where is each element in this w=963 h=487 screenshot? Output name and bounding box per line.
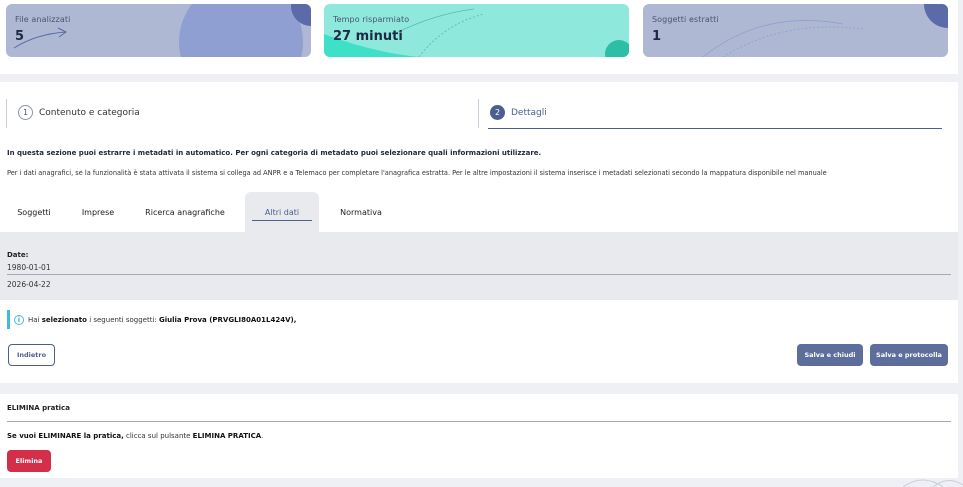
delete-text-middle: clicca sul pulsante <box>125 432 191 440</box>
date-value[interactable]: 1980-01-01 <box>7 263 51 272</box>
selected-subjects-alert: i Hai selezionato i seguenti soggetti: G… <box>7 310 607 329</box>
tab-label: Normativa <box>340 207 382 217</box>
save-close-button[interactable]: Salva e chiudi <box>797 344 863 366</box>
stat-label: Tempo risparmiato <box>333 15 410 24</box>
step-number: 2 <box>490 105 505 120</box>
delete-text-bold: Se vuoi ELIMINARE la pratica, <box>7 432 124 440</box>
tab-label: Altri dati <box>264 207 300 217</box>
stat-value: 1 <box>652 29 662 44</box>
alert-prefix: Hai <box>28 315 40 324</box>
stat-label: File analizzati <box>15 15 71 24</box>
alert-bold: selezionato <box>41 315 87 324</box>
delete-title: ELIMINA pratica <box>7 404 70 412</box>
delete-text-end: . <box>261 432 264 440</box>
tab-normativa[interactable]: Normativa <box>328 192 394 232</box>
tab-label: Soggetti <box>17 207 51 217</box>
step-content-category[interactable]: 1 Contenuto e categoria <box>18 105 140 120</box>
corner-decoration <box>903 479 963 487</box>
date-value[interactable]: 2026-04-22 <box>7 280 51 289</box>
back-button[interactable]: Indietro <box>8 344 55 366</box>
save-protocol-button[interactable]: Salva e protocolla <box>870 344 948 366</box>
stat-value: 5 <box>15 29 25 44</box>
info-icon: i <box>14 314 24 325</box>
stat-card-time: Tempo risparmiato 27 minuti <box>324 4 629 57</box>
stat-card-files: File analizzati 5 <box>6 4 311 57</box>
section-note: Per i dati anagrafici, se la funzionalit… <box>7 169 827 177</box>
delete-panel: ELIMINA pratica Se vuoi ELIMINARE la pra… <box>0 394 958 478</box>
section-intro: In questa sezione puoi estrarre i metada… <box>7 149 542 157</box>
alert-bar <box>7 310 10 329</box>
stat-label: Soggetti estratti <box>652 15 719 24</box>
details-panel: 1 Contenuto e categoria 2 Dettagli In qu… <box>0 82 958 383</box>
card-decoration <box>702 4 948 57</box>
tab-altri-dati[interactable]: Altri dati <box>245 192 319 232</box>
tab-imprese[interactable]: Imprese <box>68 192 128 232</box>
card-decoration <box>13 4 311 57</box>
alert-middle: i seguenti soggetti: <box>89 315 157 324</box>
step-divider <box>478 99 479 128</box>
tab-label: Imprese <box>81 207 115 217</box>
delete-text: Se vuoi ELIMINARE la pratica, clicca sul… <box>7 432 263 440</box>
step-number: 1 <box>18 105 33 120</box>
active-tab-underline <box>252 220 312 221</box>
delete-text-bold2: ELIMINA PRATICA <box>192 432 262 440</box>
step-details[interactable]: 2 Dettagli <box>490 105 547 120</box>
tab-content-altri-dati: Date: 1980-01-01 2026-04-22 <box>0 232 958 300</box>
date-separator <box>7 274 951 275</box>
step-divider <box>6 99 7 128</box>
stat-card-subjects: Soggetti estratti 1 <box>643 4 948 57</box>
tab-ricerca-anagrafiche[interactable]: Ricerca anagrafiche <box>134 192 236 232</box>
tab-label: Ricerca anagrafiche <box>145 207 225 217</box>
step-label: Contenuto e categoria <box>39 107 140 118</box>
dates-label: Date: <box>7 251 29 259</box>
tab-soggetti[interactable]: Soggetti <box>6 192 62 232</box>
alert-subject: Giulia Prova (PRVGLI80A01L424V), <box>159 315 297 324</box>
delete-button[interactable]: Elimina <box>7 450 51 472</box>
stats-panel: File analizzati 5 Tempo risparmiato 27 m… <box>0 0 958 74</box>
stat-value: 27 minuti <box>333 29 403 44</box>
step-label: Dettagli <box>511 107 547 118</box>
active-step-underline <box>488 128 942 129</box>
delete-separator <box>7 421 951 422</box>
